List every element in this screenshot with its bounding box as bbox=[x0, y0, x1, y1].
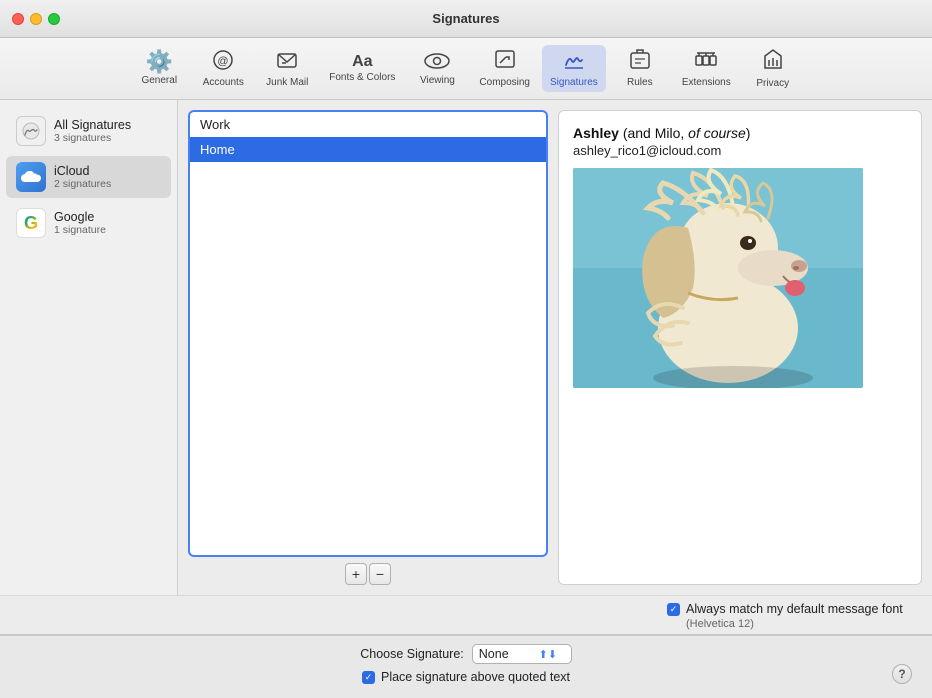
font-match-checkbox-row: ✓ Always match my default message font bbox=[667, 602, 912, 616]
choose-sig-label: Choose Signature: bbox=[360, 647, 464, 661]
toolbar-junk-mail[interactable]: Junk Mail bbox=[257, 45, 317, 92]
help-button[interactable]: ? bbox=[892, 664, 912, 684]
place-sig-checkbox-row: ✓ Place signature above quoted text bbox=[362, 670, 570, 684]
toolbar-rules[interactable]: Rules bbox=[610, 45, 670, 92]
maximize-button[interactable] bbox=[48, 13, 60, 25]
font-match-checkbox[interactable]: ✓ bbox=[667, 603, 680, 616]
rules-label: Rules bbox=[627, 77, 653, 88]
place-sig-checkbox[interactable]: ✓ bbox=[362, 671, 375, 684]
composing-label: Composing bbox=[479, 77, 530, 88]
google-text: Google 1 signature bbox=[54, 210, 106, 236]
svg-text:@: @ bbox=[218, 56, 229, 68]
sig-dropdown-value: None bbox=[479, 647, 509, 661]
dropdown-arrows-icon: ⬆⬇ bbox=[539, 648, 557, 661]
privacy-label: Privacy bbox=[756, 78, 789, 89]
all-signatures-icon bbox=[16, 116, 46, 146]
google-icon: G bbox=[16, 208, 46, 238]
icloud-icon bbox=[16, 162, 46, 192]
sig-controls: + − bbox=[188, 563, 548, 585]
bottom-bar-wrapper: Choose Signature: None ⬆⬇ ✓ Place signat… bbox=[0, 634, 932, 698]
traffic-lights bbox=[12, 13, 60, 25]
privacy-icon bbox=[763, 48, 783, 76]
toolbar-privacy[interactable]: Privacy bbox=[743, 44, 803, 93]
all-signatures-text: All Signatures 3 signatures bbox=[54, 118, 131, 144]
sig-item-home[interactable]: Home bbox=[190, 137, 546, 162]
dog-svg bbox=[573, 168, 863, 388]
main-content: All Signatures 3 signatures iCloud 2 sig… bbox=[0, 100, 932, 698]
fonts-colors-label: Fonts & Colors bbox=[329, 72, 395, 83]
remove-signature-button[interactable]: − bbox=[369, 563, 391, 585]
google-name: Google bbox=[54, 210, 106, 224]
viewing-icon bbox=[424, 51, 450, 73]
sig-name-bold: Ashley bbox=[573, 125, 619, 141]
all-signatures-name: All Signatures bbox=[54, 118, 131, 132]
all-signatures-count: 3 signatures bbox=[54, 132, 131, 144]
general-label: General bbox=[141, 75, 177, 86]
junk-mail-icon bbox=[276, 49, 298, 75]
icloud-count: 2 signatures bbox=[54, 178, 111, 190]
sig-preview-email: ashley_rico1@icloud.com bbox=[573, 143, 907, 158]
sig-preview-image bbox=[573, 168, 863, 388]
font-match-row: ✓ Always match my default message font (… bbox=[0, 595, 932, 634]
window-title: Signatures bbox=[432, 11, 499, 26]
place-sig-label: Place signature above quoted text bbox=[381, 670, 570, 684]
sidebar-item-icloud[interactable]: iCloud 2 signatures bbox=[6, 156, 171, 198]
extensions-label: Extensions bbox=[682, 77, 731, 88]
accounts-icon: @ bbox=[212, 49, 234, 75]
composing-icon bbox=[494, 49, 516, 75]
minimize-button[interactable] bbox=[30, 13, 42, 25]
font-hint: (Helvetica 12) bbox=[686, 618, 912, 630]
extensions-icon bbox=[694, 49, 718, 75]
signatures-icon bbox=[562, 49, 586, 75]
toolbar-viewing[interactable]: Viewing bbox=[407, 47, 467, 90]
middle-panel: Work Home + − bbox=[178, 100, 558, 595]
choose-sig-dropdown[interactable]: None ⬆⬇ bbox=[472, 644, 572, 664]
junk-mail-label: Junk Mail bbox=[266, 77, 308, 88]
toolbar: ⚙️ General @ Accounts Junk Mail Aa Fonts… bbox=[0, 38, 932, 100]
titlebar: Signatures bbox=[0, 0, 932, 38]
fonts-colors-icon: Aa bbox=[352, 54, 372, 70]
rules-icon bbox=[629, 49, 651, 75]
content-area: All Signatures 3 signatures iCloud 2 sig… bbox=[0, 100, 932, 595]
toolbar-signatures[interactable]: Signatures bbox=[542, 45, 606, 92]
toolbar-extensions[interactable]: Extensions bbox=[674, 45, 739, 92]
signature-list[interactable]: Work Home bbox=[188, 110, 548, 557]
add-signature-button[interactable]: + bbox=[345, 563, 367, 585]
sidebar: All Signatures 3 signatures iCloud 2 sig… bbox=[0, 100, 178, 595]
toolbar-general[interactable]: ⚙️ General bbox=[129, 47, 189, 90]
bottom-bar: Choose Signature: None ⬆⬇ ✓ Place signat… bbox=[0, 635, 932, 698]
close-button[interactable] bbox=[12, 13, 24, 25]
accounts-label: Accounts bbox=[203, 77, 244, 88]
sig-preview-name: Ashley (and Milo, of course) bbox=[573, 125, 907, 141]
sig-name-italic: of course bbox=[688, 125, 746, 141]
preview-panel: Ashley (and Milo, of course) ashley_rico… bbox=[558, 110, 922, 585]
font-match-label: Always match my default message font bbox=[686, 602, 903, 616]
icloud-text: iCloud 2 signatures bbox=[54, 164, 111, 190]
choose-sig-row: Choose Signature: None ⬆⬇ bbox=[360, 644, 572, 664]
toolbar-fonts-colors[interactable]: Aa Fonts & Colors bbox=[321, 50, 403, 87]
sig-name-end: ) bbox=[746, 125, 751, 141]
google-count: 1 signature bbox=[54, 224, 106, 236]
viewing-label: Viewing bbox=[420, 75, 455, 86]
sidebar-item-google[interactable]: G Google 1 signature bbox=[6, 202, 171, 244]
toolbar-accounts[interactable]: @ Accounts bbox=[193, 45, 253, 92]
icloud-name: iCloud bbox=[54, 164, 111, 178]
sig-item-work[interactable]: Work bbox=[190, 112, 546, 137]
signatures-label: Signatures bbox=[550, 77, 598, 88]
sig-name-rest: (and Milo, bbox=[623, 125, 688, 141]
toolbar-composing[interactable]: Composing bbox=[471, 45, 538, 92]
general-icon: ⚙️ bbox=[146, 51, 173, 73]
sidebar-item-all-signatures[interactable]: All Signatures 3 signatures bbox=[6, 110, 171, 152]
